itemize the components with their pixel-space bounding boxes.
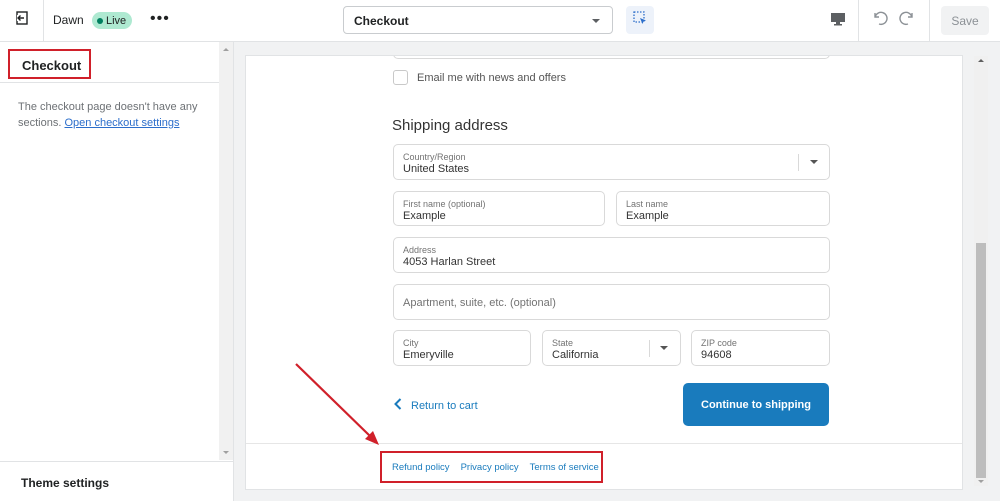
sidebar: Checkout The checkout page doesn't have … xyxy=(0,42,234,501)
country-select[interactable]: Country/Region United States xyxy=(393,144,830,180)
save-button[interactable]: Save xyxy=(941,6,989,35)
address-label: Address xyxy=(403,245,437,255)
address-value: 4053 Harlan Street xyxy=(403,256,496,268)
zip-label: ZIP code xyxy=(701,338,737,348)
return-to-cart-link[interactable]: Return to cart xyxy=(394,398,478,413)
chevron-down-icon xyxy=(810,160,818,164)
state-label: State xyxy=(552,338,574,348)
shipping-address-heading: Shipping address xyxy=(392,117,508,134)
country-value: United States xyxy=(403,163,470,175)
scroll-down-icon[interactable] xyxy=(223,451,229,454)
city-field[interactable]: City Emeryville xyxy=(393,330,531,366)
undo-button[interactable] xyxy=(867,8,891,32)
last-name-label: Last name xyxy=(626,199,669,209)
refund-policy-link[interactable]: Refund policy xyxy=(392,462,450,473)
topbar-divider xyxy=(858,0,859,42)
topbar-divider xyxy=(929,0,930,42)
checkout-preview: Email me with news and offers Shipping a… xyxy=(245,55,963,490)
first-name-value: Example xyxy=(403,210,446,222)
redo-button[interactable] xyxy=(896,8,920,32)
select-separator xyxy=(649,340,650,357)
terms-of-service-link[interactable]: Terms of service xyxy=(530,462,599,473)
zip-field[interactable]: ZIP code 94608 xyxy=(691,330,830,366)
sidebar-footer: Theme settings xyxy=(0,461,234,501)
redo-icon xyxy=(899,9,917,32)
city-label: City xyxy=(403,338,419,348)
scrollbar-thumb[interactable] xyxy=(976,243,986,478)
scroll-down-icon[interactable] xyxy=(978,480,984,483)
apartment-placeholder: Apartment, suite, etc. (optional) xyxy=(403,297,556,309)
last-name-value: Example xyxy=(626,210,669,222)
open-checkout-settings-link[interactable]: Open checkout settings xyxy=(64,117,179,129)
return-to-cart-label: Return to cart xyxy=(411,399,478,412)
continue-to-shipping-button[interactable]: Continue to shipping xyxy=(683,383,829,426)
last-name-field[interactable]: Last name Example xyxy=(616,191,830,226)
apartment-field[interactable]: Apartment, suite, etc. (optional) xyxy=(393,284,830,320)
page-selector-value: Checkout xyxy=(354,14,409,28)
exit-icon xyxy=(14,10,30,31)
page-selector[interactable]: Checkout xyxy=(343,6,613,34)
newsletter-checkbox[interactable] xyxy=(393,70,408,85)
device-preview-button[interactable] xyxy=(825,8,851,34)
policy-links: Refund policy Privacy policy Terms of se… xyxy=(392,462,599,473)
sidebar-header: Checkout xyxy=(0,42,219,83)
exit-button[interactable] xyxy=(0,0,44,41)
sidebar-description: The checkout page doesn't have any secti… xyxy=(18,99,213,131)
sidebar-scrollbar[interactable] xyxy=(219,42,233,460)
select-cursor-icon xyxy=(632,10,648,31)
live-badge: Live xyxy=(92,12,133,29)
inspector-toggle[interactable] xyxy=(626,6,654,34)
email-field[interactable] xyxy=(393,56,830,59)
chevron-left-icon xyxy=(394,398,402,413)
zip-value: 94608 xyxy=(701,349,732,361)
first-name-field[interactable]: First name (optional) Example xyxy=(393,191,605,226)
live-dot-icon xyxy=(97,17,103,24)
preview-canvas: Email me with news and offers Shipping a… xyxy=(234,42,1000,501)
desktop-icon xyxy=(830,11,846,32)
newsletter-label: Email me with news and offers xyxy=(417,71,566,84)
footer-divider xyxy=(246,443,962,444)
city-value: Emeryville xyxy=(403,349,454,361)
preview-scrollbar[interactable] xyxy=(974,56,988,486)
theme-settings-button[interactable]: Theme settings xyxy=(21,476,109,490)
address-field[interactable]: Address 4053 Harlan Street xyxy=(393,237,830,273)
country-label: Country/Region xyxy=(403,152,466,162)
scroll-up-icon[interactable] xyxy=(223,48,229,51)
theme-name: Dawn xyxy=(53,13,84,27)
chevron-down-icon xyxy=(592,19,600,23)
scroll-up-icon[interactable] xyxy=(978,59,984,62)
live-badge-label: Live xyxy=(106,14,127,27)
select-separator xyxy=(798,154,799,171)
newsletter-checkbox-row[interactable]: Email me with news and offers xyxy=(393,70,566,85)
state-value: California xyxy=(552,349,599,361)
chevron-down-icon xyxy=(660,346,668,350)
ellipsis-icon: ••• xyxy=(150,10,170,27)
more-actions-button[interactable]: ••• xyxy=(150,10,170,28)
first-name-label: First name (optional) xyxy=(403,199,486,209)
state-select[interactable]: State California xyxy=(542,330,681,366)
privacy-policy-link[interactable]: Privacy policy xyxy=(461,462,519,473)
sidebar-title: Checkout xyxy=(8,49,91,79)
editor-topbar: Dawn Live ••• Checkout Save xyxy=(0,0,1000,42)
undo-icon xyxy=(870,9,888,32)
